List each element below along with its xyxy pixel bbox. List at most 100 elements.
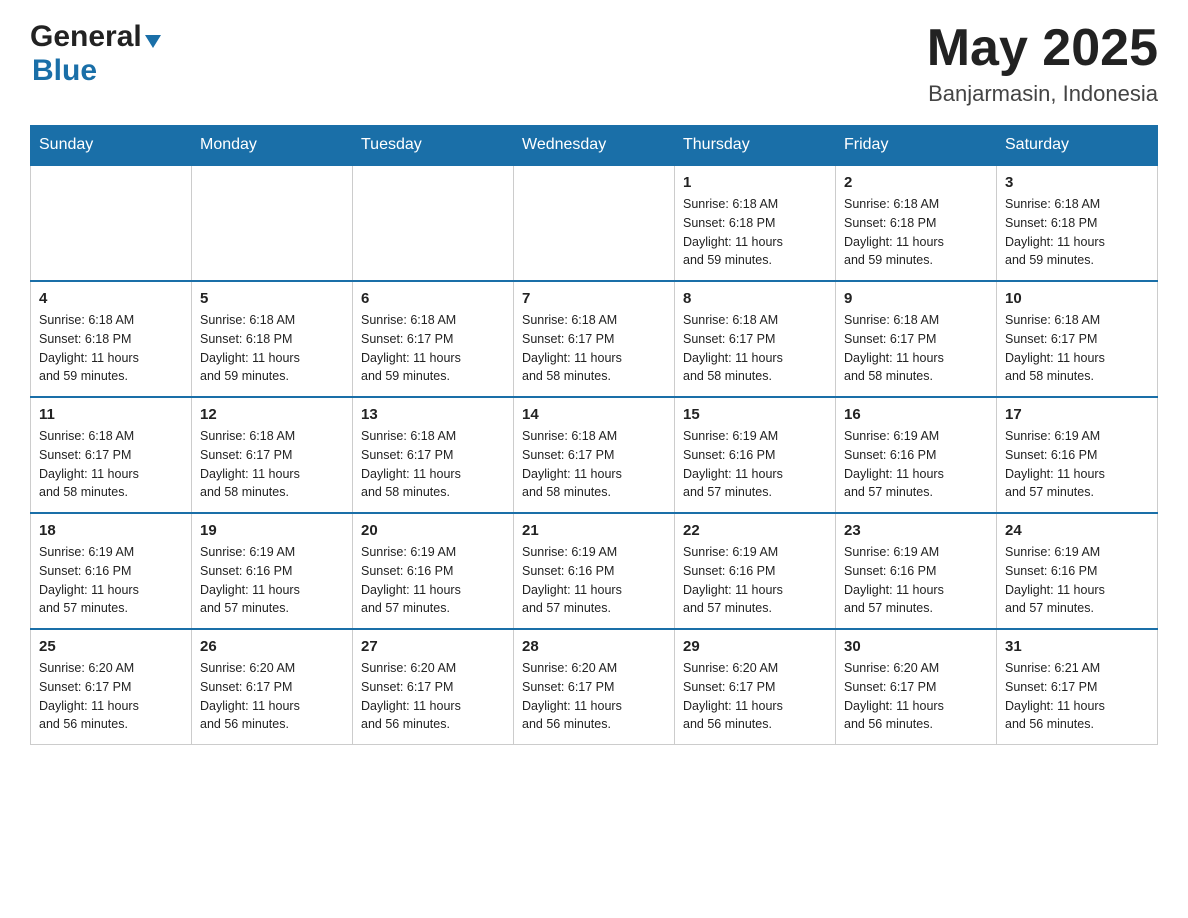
- day-number: 25: [39, 638, 183, 655]
- calendar-cell: [353, 165, 514, 281]
- calendar-cell: 22 Sunrise: 6:19 AMSunset: 6:16 PMDayligh…: [675, 513, 836, 629]
- calendar-cell: 21Sunrise: 6:19 AMSunset: 6:16 PMDayligh…: [514, 513, 675, 629]
- day-info: Sunrise: 6:20 AMSunset: 6:17 PMDaylight:…: [683, 659, 827, 734]
- day-number: 16: [844, 406, 988, 423]
- day-info: Sunrise: 6:19 AMSunset: 6:16 PMDaylight:…: [1005, 427, 1149, 502]
- calendar-cell: [514, 165, 675, 281]
- day-number: 9: [844, 290, 988, 307]
- day-of-week-header: Sunday: [31, 126, 192, 166]
- calendar-cell: 2 Sunrise: 6:18 AMSunset: 6:18 PMDaylight…: [836, 165, 997, 281]
- day-info: Sunrise: 6:19 AMSunset: 6:16 PMDaylight:…: [1005, 543, 1149, 618]
- day-number: 22: [683, 522, 827, 539]
- calendar-cell: 23 Sunrise: 6:19 AMSunset: 6:16 PMDayligh…: [836, 513, 997, 629]
- calendar-week-row: 18 Sunrise: 6:19 AMSunset: 6:16 PMDayligh…: [31, 513, 1158, 629]
- day-info: Sunrise: 6:18 AMSunset: 6:17 PMDaylight:…: [361, 427, 505, 502]
- day-info: Sunrise: 6:18 AMSunset: 6:18 PMDaylight:…: [39, 311, 183, 386]
- day-number: 12: [200, 406, 344, 423]
- day-number: 20: [361, 522, 505, 539]
- page-header: General Blue May 2025 Banjarmasin, Indon…: [30, 20, 1158, 107]
- calendar-header-row: SundayMondayTuesdayWednesdayThursdayFrid…: [31, 126, 1158, 166]
- calendar-cell: 31 Sunrise: 6:21 AMSunset: 6:17 PMDayligh…: [997, 629, 1158, 745]
- day-number: 17: [1005, 406, 1149, 423]
- day-info: Sunrise: 6:19 AMSunset: 6:16 PMDaylight:…: [844, 543, 988, 618]
- day-number: 3: [1005, 174, 1149, 191]
- day-number: 15: [683, 406, 827, 423]
- day-info: Sunrise: 6:19 AMSunset: 6:16 PMDaylight:…: [844, 427, 988, 502]
- calendar-cell: 13 Sunrise: 6:18 AMSunset: 6:17 PMDayligh…: [353, 397, 514, 513]
- day-number: 21: [522, 522, 666, 539]
- calendar-cell: 4Sunrise: 6:18 AMSunset: 6:18 PMDaylight…: [31, 281, 192, 397]
- calendar-cell: 16 Sunrise: 6:19 AMSunset: 6:16 PMDayligh…: [836, 397, 997, 513]
- calendar-cell: 6 Sunrise: 6:18 AMSunset: 6:17 PMDaylight…: [353, 281, 514, 397]
- logo: General Blue: [30, 20, 161, 88]
- calendar-cell: 15 Sunrise: 6:19 AMSunset: 6:16 PMDayligh…: [675, 397, 836, 513]
- day-number: 30: [844, 638, 988, 655]
- day-number: 19: [200, 522, 344, 539]
- calendar-week-row: 11 Sunrise: 6:18 AMSunset: 6:17 PMDayligh…: [31, 397, 1158, 513]
- calendar-cell: 30 Sunrise: 6:20 AMSunset: 6:17 PMDayligh…: [836, 629, 997, 745]
- day-number: 7: [522, 290, 666, 307]
- day-number: 31: [1005, 638, 1149, 655]
- day-number: 27: [361, 638, 505, 655]
- day-number: 6: [361, 290, 505, 307]
- day-info: Sunrise: 6:20 AMSunset: 6:17 PMDaylight:…: [844, 659, 988, 734]
- logo-blue-text: Blue: [32, 54, 97, 87]
- day-info: Sunrise: 6:19 AMSunset: 6:16 PMDaylight:…: [200, 543, 344, 618]
- calendar-week-row: 4Sunrise: 6:18 AMSunset: 6:18 PMDaylight…: [31, 281, 1158, 397]
- calendar-table: SundayMondayTuesdayWednesdayThursdayFrid…: [30, 125, 1158, 745]
- day-number: 28: [522, 638, 666, 655]
- calendar-week-row: 1 Sunrise: 6:18 AMSunset: 6:18 PMDaylight…: [31, 165, 1158, 281]
- calendar-location: Banjarmasin, Indonesia: [927, 81, 1158, 107]
- calendar-cell: 18Sunrise: 6:19 AMSunset: 6:16 PMDayligh…: [31, 513, 192, 629]
- day-info: Sunrise: 6:18 AMSunset: 6:18 PMDaylight:…: [1005, 195, 1149, 270]
- day-info: Sunrise: 6:18 AMSunset: 6:17 PMDaylight:…: [1005, 311, 1149, 386]
- calendar-cell: 17 Sunrise: 6:19 AMSunset: 6:16 PMDayligh…: [997, 397, 1158, 513]
- day-number: 13: [361, 406, 505, 423]
- calendar-title: May 2025: [927, 20, 1158, 77]
- day-number: 2: [844, 174, 988, 191]
- day-of-week-header: Monday: [192, 126, 353, 166]
- day-info: Sunrise: 6:18 AMSunset: 6:17 PMDaylight:…: [683, 311, 827, 386]
- calendar-cell: 7 Sunrise: 6:18 AMSunset: 6:17 PMDaylight…: [514, 281, 675, 397]
- day-info: Sunrise: 6:18 AMSunset: 6:17 PMDaylight:…: [522, 311, 666, 386]
- day-info: Sunrise: 6:18 AMSunset: 6:17 PMDaylight:…: [361, 311, 505, 386]
- day-number: 1: [683, 174, 827, 191]
- calendar-cell: 24 Sunrise: 6:19 AMSunset: 6:16 PMDayligh…: [997, 513, 1158, 629]
- day-of-week-header: Thursday: [675, 126, 836, 166]
- logo-general-text: General: [30, 20, 142, 54]
- day-info: Sunrise: 6:19 AMSunset: 6:16 PMDaylight:…: [361, 543, 505, 618]
- logo-triangle-icon: [145, 35, 161, 48]
- calendar-cell: 19 Sunrise: 6:19 AMSunset: 6:16 PMDayligh…: [192, 513, 353, 629]
- day-number: 8: [683, 290, 827, 307]
- calendar-cell: 1 Sunrise: 6:18 AMSunset: 6:18 PMDaylight…: [675, 165, 836, 281]
- day-of-week-header: Friday: [836, 126, 997, 166]
- day-number: 18: [39, 522, 183, 539]
- calendar-cell: 14Sunrise: 6:18 AMSunset: 6:17 PMDayligh…: [514, 397, 675, 513]
- day-number: 10: [1005, 290, 1149, 307]
- day-of-week-header: Tuesday: [353, 126, 514, 166]
- day-info: Sunrise: 6:21 AMSunset: 6:17 PMDaylight:…: [1005, 659, 1149, 734]
- calendar-cell: [192, 165, 353, 281]
- day-info: Sunrise: 6:18 AMSunset: 6:18 PMDaylight:…: [683, 195, 827, 270]
- calendar-cell: 8 Sunrise: 6:18 AMSunset: 6:17 PMDaylight…: [675, 281, 836, 397]
- day-info: Sunrise: 6:18 AMSunset: 6:17 PMDaylight:…: [522, 427, 666, 502]
- calendar-cell: 5Sunrise: 6:18 AMSunset: 6:18 PMDaylight…: [192, 281, 353, 397]
- day-info: Sunrise: 6:19 AMSunset: 6:16 PMDaylight:…: [683, 427, 827, 502]
- day-number: 24: [1005, 522, 1149, 539]
- calendar-week-row: 25 Sunrise: 6:20 AMSunset: 6:17 PMDayligh…: [31, 629, 1158, 745]
- day-number: 23: [844, 522, 988, 539]
- day-info: Sunrise: 6:18 AMSunset: 6:18 PMDaylight:…: [844, 195, 988, 270]
- title-section: May 2025 Banjarmasin, Indonesia: [927, 20, 1158, 107]
- day-info: Sunrise: 6:18 AMSunset: 6:18 PMDaylight:…: [200, 311, 344, 386]
- calendar-cell: 26Sunrise: 6:20 AMSunset: 6:17 PMDayligh…: [192, 629, 353, 745]
- day-info: Sunrise: 6:19 AMSunset: 6:16 PMDaylight:…: [683, 543, 827, 618]
- day-number: 11: [39, 406, 183, 423]
- calendar-cell: 3 Sunrise: 6:18 AMSunset: 6:18 PMDaylight…: [997, 165, 1158, 281]
- day-info: Sunrise: 6:20 AMSunset: 6:17 PMDaylight:…: [200, 659, 344, 734]
- calendar-cell: 10 Sunrise: 6:18 AMSunset: 6:17 PMDayligh…: [997, 281, 1158, 397]
- day-info: Sunrise: 6:18 AMSunset: 6:17 PMDaylight:…: [844, 311, 988, 386]
- calendar-cell: [31, 165, 192, 281]
- calendar-cell: 12Sunrise: 6:18 AMSunset: 6:17 PMDayligh…: [192, 397, 353, 513]
- calendar-cell: 20 Sunrise: 6:19 AMSunset: 6:16 PMDayligh…: [353, 513, 514, 629]
- calendar-cell: 28Sunrise: 6:20 AMSunset: 6:17 PMDayligh…: [514, 629, 675, 745]
